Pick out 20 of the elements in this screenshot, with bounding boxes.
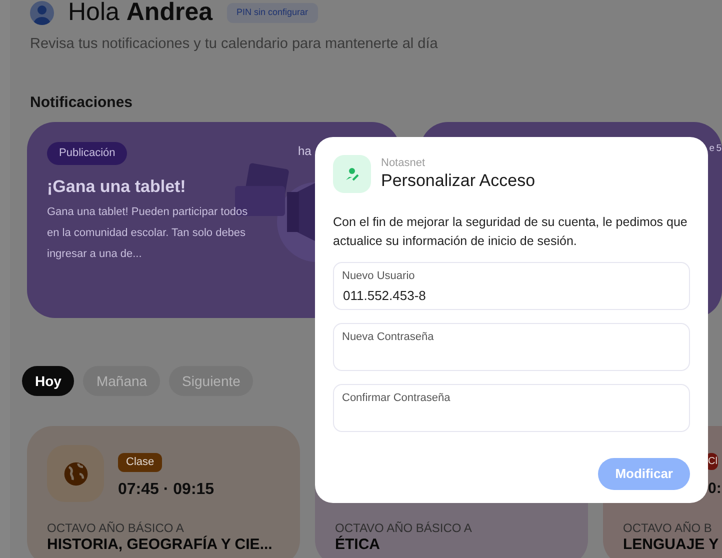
time-ago-text: e 5 — [709, 142, 721, 156]
subject-title: HISTORIA, GEOGRAFÍA Y CIE... — [47, 534, 272, 556]
notification-title: ¡Gana una tablet! — [47, 176, 186, 198]
subtitle-text: Revisa tus notificaciones y tu calendario para mantenerte al día — [30, 35, 439, 54]
pin-status-badge: PIN sin configurar — [226, 3, 318, 23]
course-label: OCTAVO AÑO BÁSICO A — [335, 520, 472, 536]
category-tag: Publicación — [47, 142, 128, 165]
course-label: OCTAVO AÑO B — [623, 520, 712, 538]
class-tag: Clase — [118, 453, 162, 472]
field-label: Nueva Contraseña — [342, 330, 434, 345]
class-time: 0: — [708, 479, 722, 500]
notification-text: Gana una tablet! Pueden participar todos en la comunidad escolar. Tan solo debes ingresar a una de... — [47, 205, 249, 262]
section-title: Notificaciones — [30, 92, 134, 113]
course-label: OCTAVO AÑO BÁSICO A — [47, 520, 184, 536]
field-label: Confirmar Contraseña — [342, 391, 450, 406]
subject-title: LENGUAJE Y — [623, 535, 719, 556]
greeting-title: Hola Andrea — [68, 0, 213, 28]
subject-title: ÉTICA — [335, 534, 380, 556]
time-ago-text: ha — [298, 143, 312, 160]
class-time: 07:45 · 09:15 — [118, 480, 214, 500]
